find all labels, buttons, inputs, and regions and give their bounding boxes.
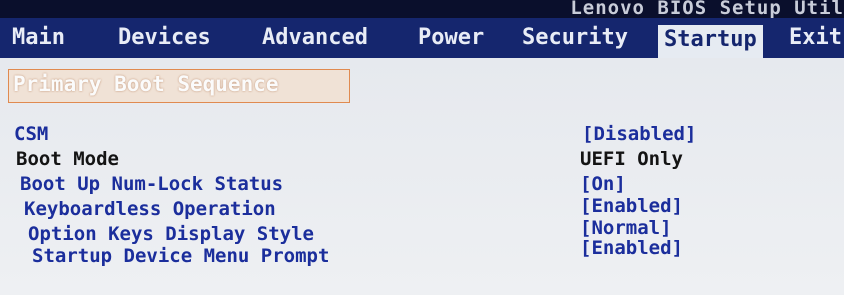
tab-devices[interactable]: Devices (118, 23, 211, 53)
section-title: Primary Boot Sequence (13, 72, 279, 96)
boot-mode-label: Boot Mode (16, 148, 119, 170)
primary-boot-sequence-item[interactable]: Primary Boot Sequence (8, 69, 350, 103)
boot-mode-value: UEFI Only (580, 148, 683, 170)
tab-advanced[interactable]: Advanced (262, 23, 368, 53)
keyboardless-operation-label[interactable]: Keyboardless Operation (24, 198, 276, 220)
tab-startup[interactable]: Startup (658, 25, 763, 58)
num-lock-status-value[interactable]: [On] (580, 173, 626, 195)
content-panel: Primary Boot Sequence CSM [Disabled] Boo… (0, 58, 844, 295)
tab-power[interactable]: Power (418, 23, 484, 53)
tab-main[interactable]: Main (12, 23, 65, 53)
bios-title: Lenovo BIOS Setup Util (570, 0, 844, 19)
tab-security[interactable]: Security (522, 23, 628, 53)
option-keys-display-style-value[interactable]: [Normal] (580, 217, 672, 239)
csm-value[interactable]: [Disabled] (582, 123, 696, 145)
startup-device-menu-prompt-value[interactable]: [Enabled] (580, 237, 683, 259)
title-strip: Lenovo BIOS Setup Util (0, 0, 844, 19)
tab-exit[interactable]: Exit (789, 23, 842, 53)
startup-device-menu-prompt-label[interactable]: Startup Device Menu Prompt (32, 245, 329, 267)
csm-label[interactable]: CSM (14, 123, 48, 145)
keyboardless-operation-value[interactable]: [Enabled] (580, 195, 683, 217)
bios-screen: Lenovo BIOS Setup Util Main Devices Adva… (0, 0, 844, 295)
option-keys-display-style-label[interactable]: Option Keys Display Style (28, 223, 314, 245)
num-lock-status-label[interactable]: Boot Up Num-Lock Status (20, 173, 283, 195)
menu-bar: Main Devices Advanced Power Security Sta… (0, 18, 844, 58)
